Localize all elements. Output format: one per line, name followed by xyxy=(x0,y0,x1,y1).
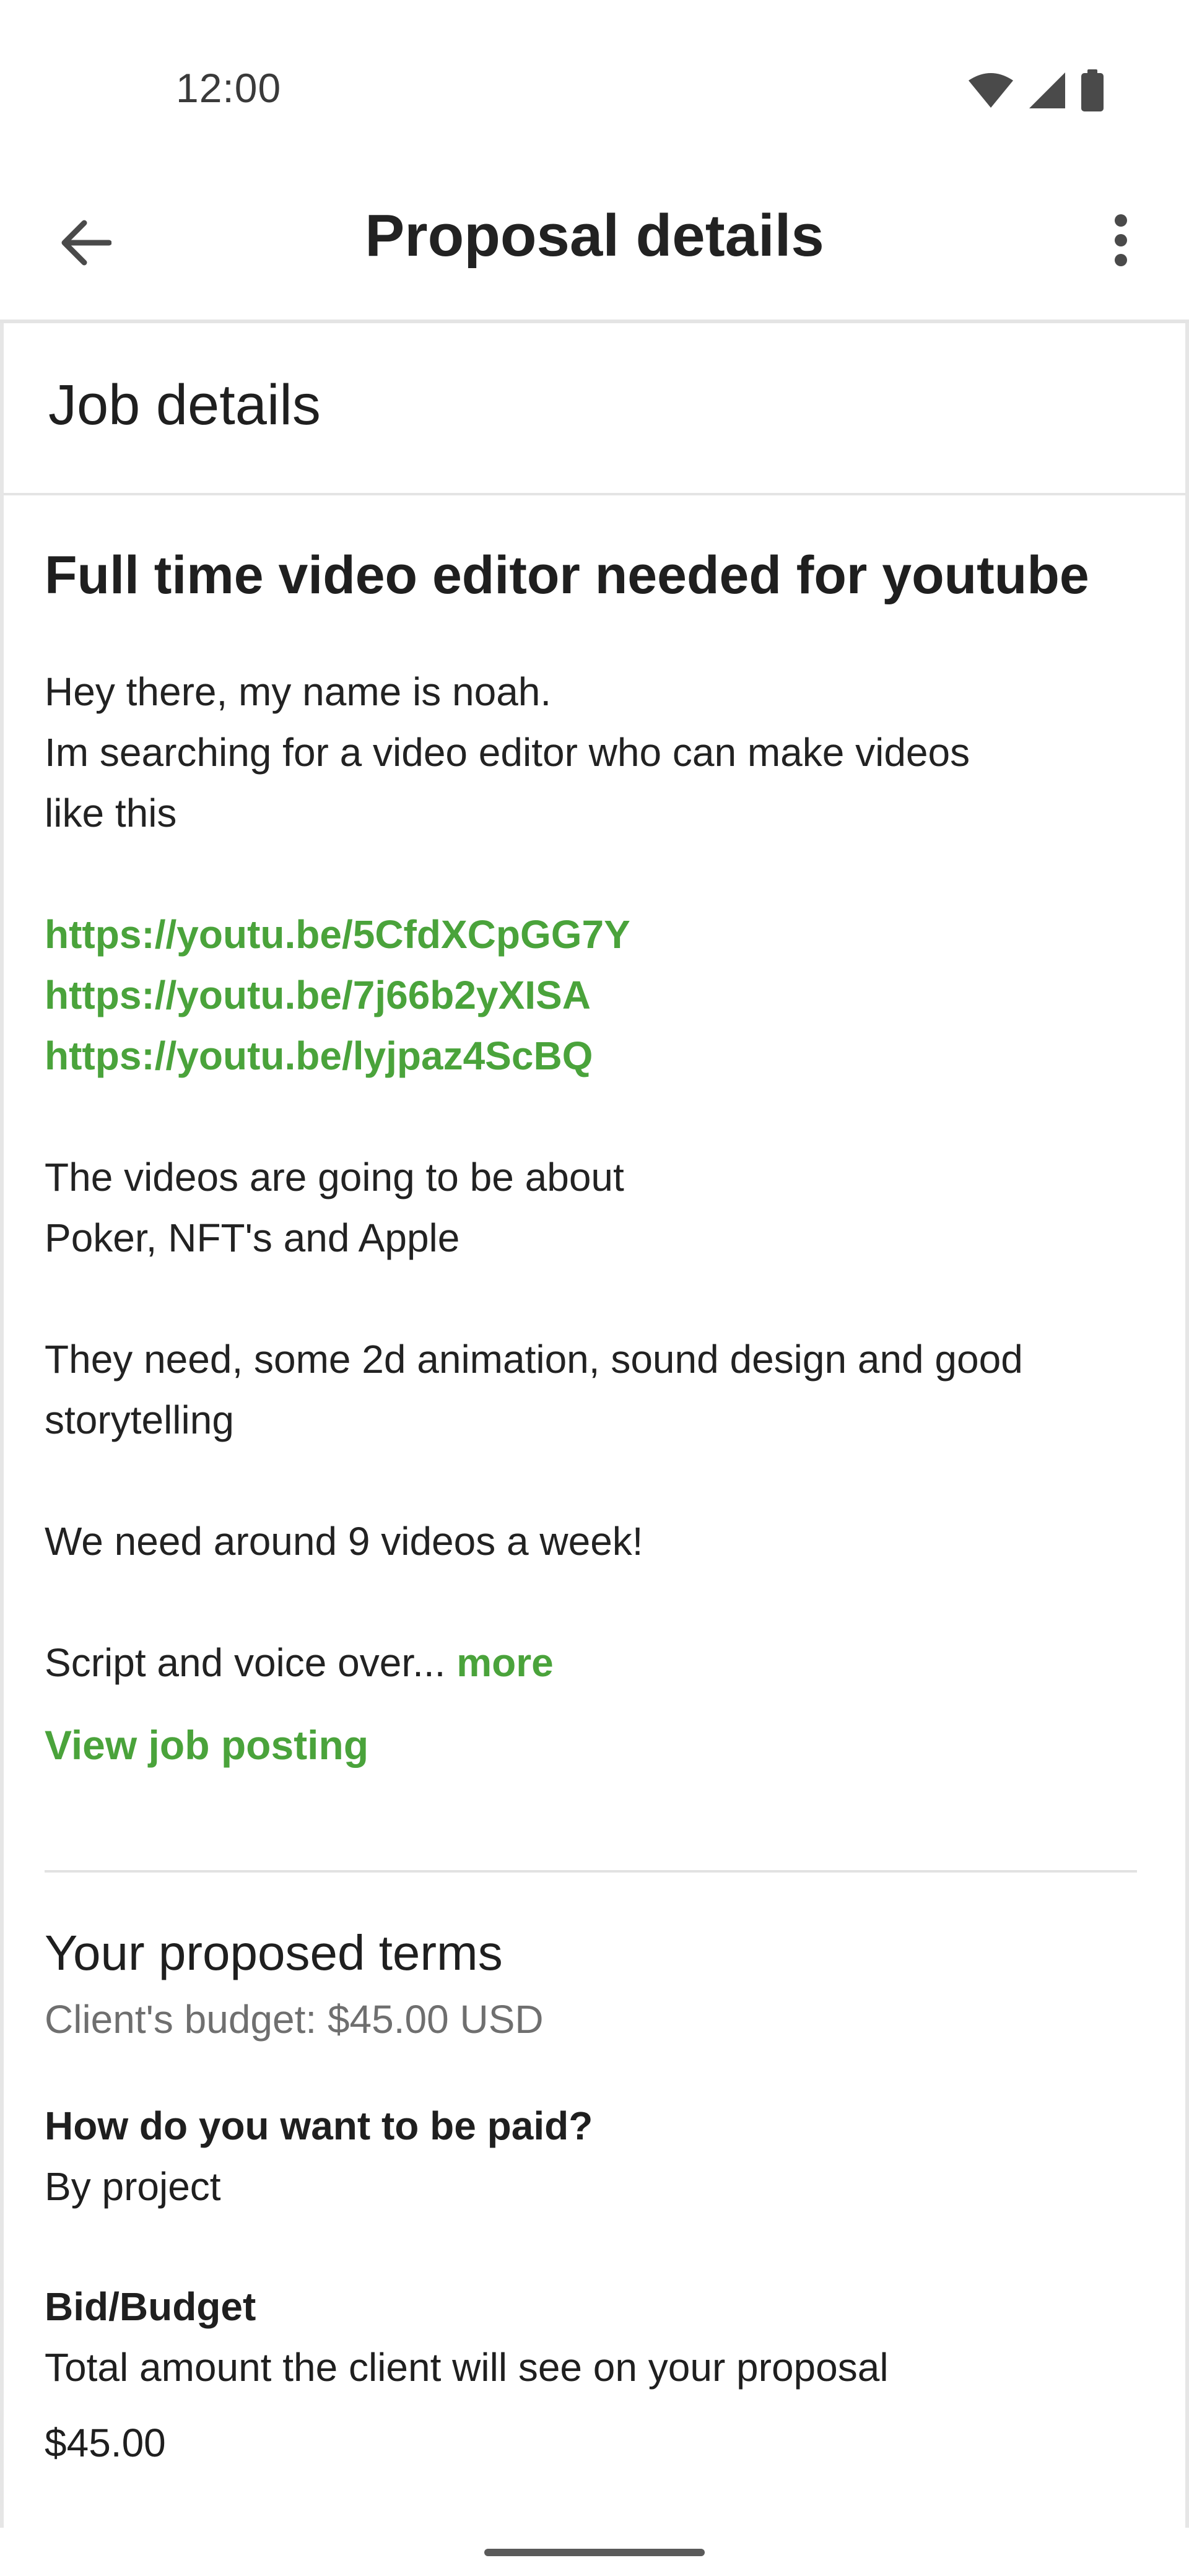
youtube-link[interactable]: https://youtu.be/lyjpaz4ScBQ xyxy=(45,1025,1122,1086)
description-line: Poker, NFT's and Apple xyxy=(45,1216,460,1260)
job-title: Full time video editor needed for youtub… xyxy=(45,546,1089,605)
description-line: storytelling xyxy=(45,1398,234,1442)
client-budget: Client's budget: $45.00 USD xyxy=(45,1997,544,2042)
content-layer: Full time video editor needed for youtub… xyxy=(0,0,1189,2576)
bid-budget-value: $45.00 xyxy=(45,2421,166,2465)
proposed-terms-title: Your proposed terms xyxy=(45,1925,503,1980)
payment-type-label: How do you want to be paid? xyxy=(45,2104,593,2148)
more-link[interactable]: more xyxy=(456,1640,554,1685)
description-line: Script and voice over... xyxy=(45,1640,446,1685)
description-line: like this xyxy=(45,791,177,835)
youtube-link[interactable]: https://youtu.be/5CfdXCpGG7Y xyxy=(45,904,1122,965)
payment-type-value: By project xyxy=(45,2164,221,2209)
bid-budget-label: Bid/Budget xyxy=(45,2284,256,2329)
description-line: They need, some 2d animation, sound desi… xyxy=(45,1337,1023,1382)
description-line: The videos are going to be about xyxy=(45,1155,624,1199)
description-last-line: Script and voice over... more xyxy=(45,1632,1122,1693)
view-job-posting-link[interactable]: View job posting xyxy=(45,1721,368,1769)
divider xyxy=(45,1870,1137,1873)
job-description: Hey there, my name is noah. Im searching… xyxy=(45,661,1122,1693)
description-line: We need around 9 videos a week! xyxy=(45,1519,643,1564)
bid-budget-description: Total amount the client will see on your… xyxy=(45,2345,889,2390)
youtube-link[interactable]: https://youtu.be/7j66b2yXISA xyxy=(45,965,1122,1025)
description-line: Im searching for a video editor who can … xyxy=(45,730,970,775)
home-indicator[interactable] xyxy=(484,2549,705,2556)
description-line: Hey there, my name is noah. xyxy=(45,669,552,714)
